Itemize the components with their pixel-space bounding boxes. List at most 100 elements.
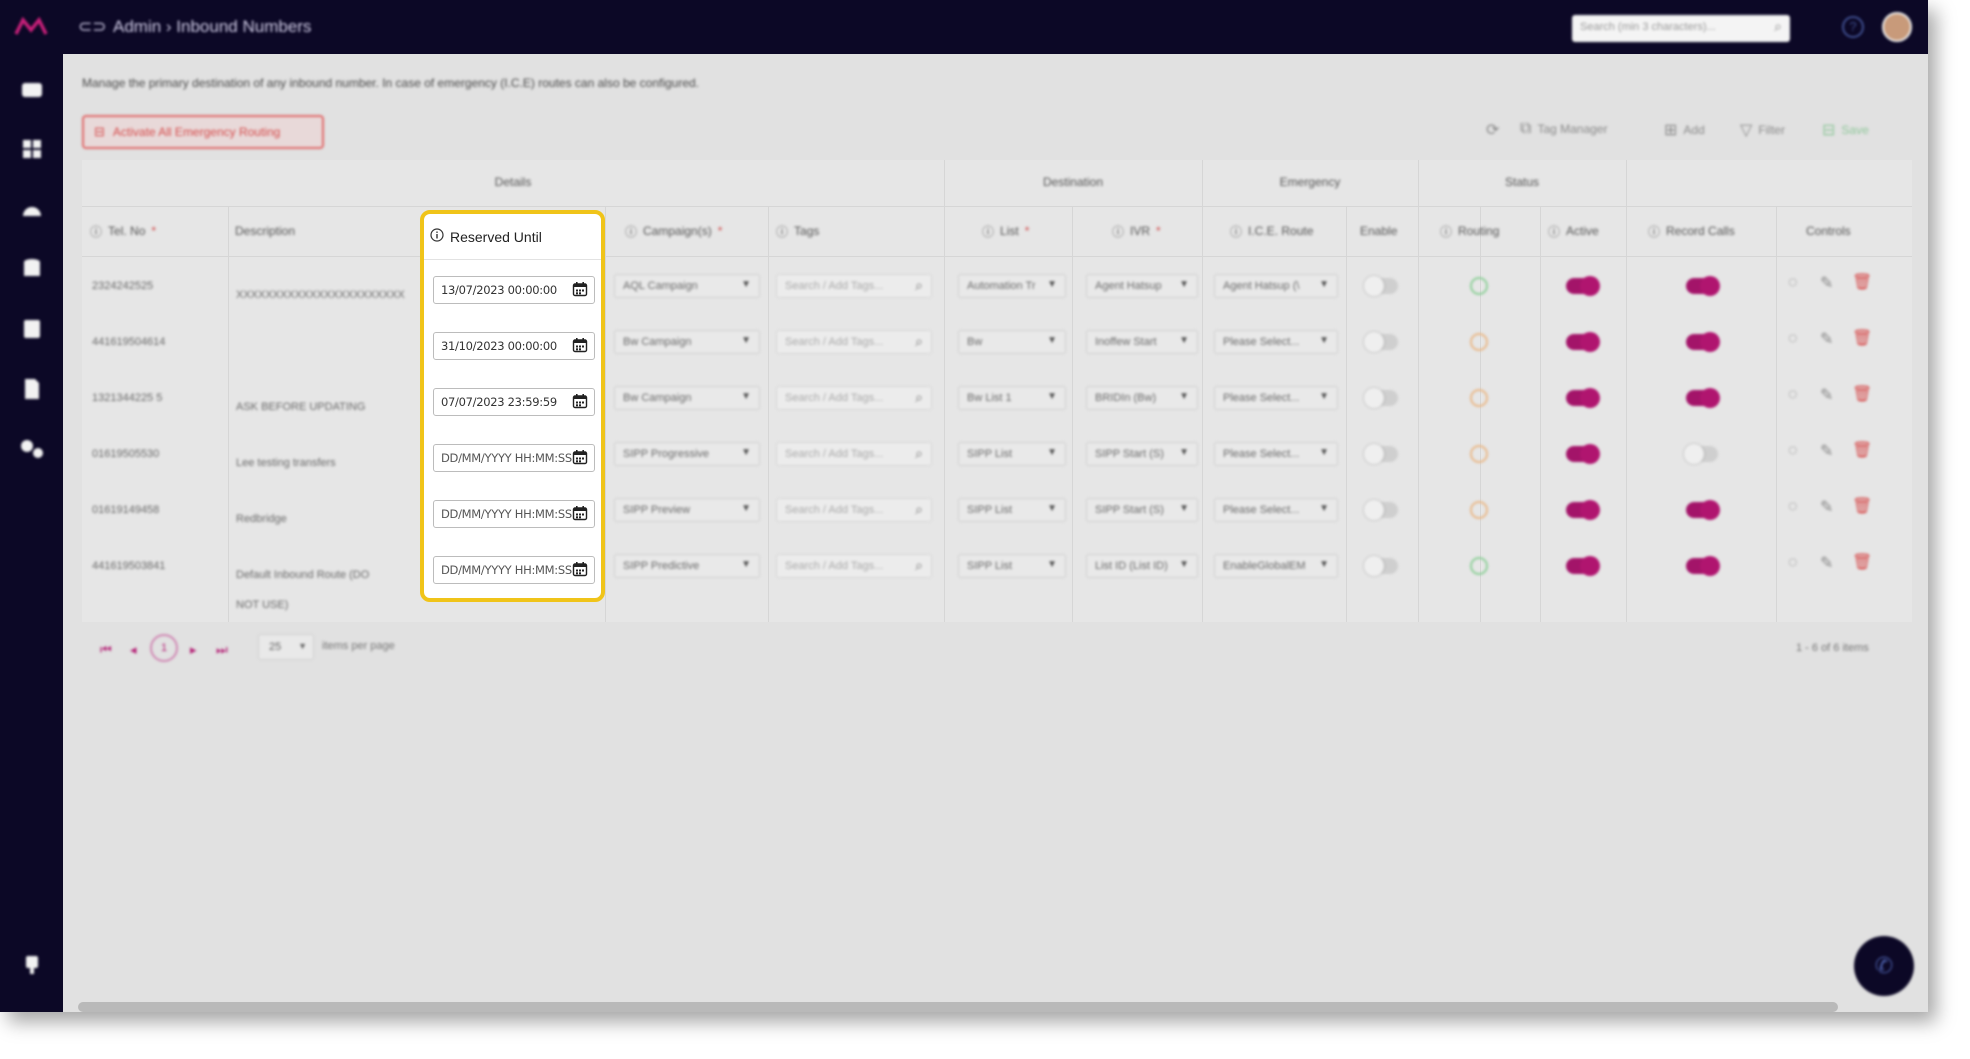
calendar-icon[interactable] — [572, 393, 588, 409]
tags-search-input[interactable]: Search / Add Tags... ⌕ — [776, 330, 932, 354]
tags-search-input[interactable]: Search / Add Tags... ⌕ — [776, 498, 932, 522]
enable-toggle[interactable] — [1364, 444, 1398, 464]
info-circle-icon[interactable]: ◌ — [1788, 330, 1798, 348]
list-select[interactable]: Bw ▼ — [958, 330, 1066, 354]
calendar-icon[interactable] — [572, 281, 588, 297]
grid-icon[interactable] — [19, 136, 45, 162]
first-page-button[interactable]: ⏮ — [100, 642, 112, 658]
list-select[interactable]: SIPP List ▼ — [958, 442, 1066, 466]
column-header-record-calls[interactable]: ⓘ Record Calls — [1648, 210, 1735, 252]
info-circle-icon[interactable]: ◌ — [1788, 554, 1798, 572]
save-button[interactable]: ⊟ Save — [1822, 120, 1869, 140]
delete-icon[interactable]: 🗑 — [1852, 440, 1872, 460]
enable-toggle[interactable] — [1364, 388, 1398, 408]
refresh-button[interactable]: ⟳ — [1486, 120, 1499, 140]
calendar-icon[interactable] — [572, 505, 588, 521]
edit-icon[interactable]: ✎ — [1820, 553, 1833, 573]
delete-icon[interactable]: 🗑 — [1852, 552, 1872, 572]
edit-icon[interactable]: ✎ — [1820, 385, 1833, 405]
document-icon[interactable] — [19, 376, 45, 402]
calendar-icon[interactable] — [572, 561, 588, 577]
active-toggle[interactable] — [1566, 388, 1600, 408]
ivr-select[interactable]: Inoffew Start ▼ — [1086, 330, 1198, 354]
filter-button[interactable]: ▽ Filter — [1740, 120, 1785, 140]
ice-route-select[interactable]: EnableGlobalEM ▼ — [1214, 554, 1338, 578]
ivr-select[interactable]: List ID (List ID) ▼ — [1086, 554, 1198, 578]
reserved-until-input[interactable]: DD/MM/YYYY HH:MM:SS — [433, 556, 595, 584]
calendar-icon[interactable] — [572, 337, 588, 353]
ice-route-select[interactable]: Agent Hatsup (\ ▼ — [1214, 274, 1338, 298]
page-size-select[interactable]: 25 ▼ — [258, 634, 314, 660]
delete-icon[interactable]: 🗑 — [1852, 328, 1872, 348]
list-select[interactable]: SIPP List ▼ — [958, 498, 1066, 522]
active-toggle[interactable] — [1566, 276, 1600, 296]
delete-icon[interactable]: 🗑 — [1852, 384, 1872, 404]
tags-search-input[interactable]: Search / Add Tags... ⌕ — [776, 554, 932, 578]
campaign-select[interactable]: SIPP Preview ▼ — [614, 498, 760, 522]
edit-icon[interactable]: ✎ — [1820, 441, 1833, 461]
edit-icon[interactable]: ✎ — [1820, 273, 1833, 293]
add-button[interactable]: ⊞ Add — [1664, 120, 1705, 140]
column-header-ivr[interactable]: ⓘ IVR * — [1112, 210, 1161, 252]
tags-search-input[interactable]: Search / Add Tags... ⌕ — [776, 442, 932, 466]
list-select[interactable]: Automation Tr ▼ — [958, 274, 1066, 298]
phone-fab-button[interactable]: ✆ — [1854, 936, 1914, 996]
current-page-button[interactable]: 1 — [150, 634, 178, 662]
info-circle-icon[interactable]: ◌ — [1788, 274, 1798, 292]
help-icon[interactable]: ? — [1842, 16, 1864, 38]
record-calls-toggle[interactable] — [1686, 556, 1720, 576]
campaign-select[interactable]: AQL Campaign ▼ — [614, 274, 760, 298]
inbox-icon[interactable] — [19, 76, 45, 102]
active-toggle[interactable] — [1566, 332, 1600, 352]
column-header-list[interactable]: ⓘ List * — [982, 210, 1029, 252]
campaign-select[interactable]: Bw Campaign ▼ — [614, 386, 760, 410]
ice-route-select[interactable]: Please Select... ▼ — [1214, 386, 1338, 410]
column-header-campaigns[interactable]: ⓘ Campaign(s) * — [625, 210, 722, 252]
campaign-select[interactable]: SIPP Predictive ▼ — [614, 554, 760, 578]
list-select[interactable]: SIPP List ▼ — [958, 554, 1066, 578]
search-icon[interactable]: ⌕ — [1774, 18, 1782, 35]
enable-toggle[interactable] — [1364, 556, 1398, 576]
info-circle-icon[interactable]: ◌ — [1788, 498, 1798, 516]
global-search-input[interactable]: Search (min 3 characters)... ⌕ — [1572, 15, 1790, 42]
reserved-until-input[interactable]: 13/07/2023 00:00:00 — [433, 276, 595, 304]
activate-emergency-routing-button[interactable]: ⊟ Activate All Emergency Routing — [82, 115, 324, 149]
campaign-select[interactable]: SIPP Progressive ▼ — [614, 442, 760, 466]
column-header-routing[interactable]: ⓘ Routing — [1440, 210, 1499, 252]
brand-logo-icon[interactable] — [14, 14, 48, 40]
ivr-select[interactable]: Agent Hatsup ▼ — [1086, 274, 1198, 298]
column-header-tel[interactable]: ⓘ Tel. No * — [90, 210, 156, 252]
column-header-reserved-until[interactable]: Reserved Until — [424, 214, 601, 260]
enable-toggle[interactable] — [1364, 332, 1398, 352]
campaign-select[interactable]: Bw Campaign ▼ — [614, 330, 760, 354]
column-header-description[interactable]: Description — [235, 210, 295, 252]
edit-icon[interactable]: ✎ — [1820, 329, 1833, 349]
column-header-tags[interactable]: ⓘ Tags — [776, 210, 819, 252]
ivr-select[interactable]: SIPP Start (S) ▼ — [1086, 442, 1198, 466]
info-circle-icon[interactable]: ◌ — [1788, 442, 1798, 460]
previous-page-button[interactable]: ◂ — [130, 642, 137, 658]
column-header-enable[interactable]: Enable — [1360, 210, 1397, 252]
reserved-until-input[interactable]: 31/10/2023 00:00:00 — [433, 332, 595, 360]
enable-toggle[interactable] — [1364, 276, 1398, 296]
tag-manager-button[interactable]: ⧉ Tag Manager — [1520, 120, 1607, 138]
record-calls-toggle[interactable] — [1686, 388, 1720, 408]
ice-route-select[interactable]: Please Select... ▼ — [1214, 442, 1338, 466]
tags-search-input[interactable]: Search / Add Tags... ⌕ — [776, 274, 932, 298]
record-calls-toggle[interactable] — [1686, 276, 1720, 296]
integrations-icon[interactable] — [19, 436, 45, 462]
enable-toggle[interactable] — [1364, 500, 1398, 520]
info-circle-icon[interactable]: ◌ — [1788, 386, 1798, 404]
plugin-icon[interactable] — [19, 952, 45, 978]
reserved-until-input[interactable]: DD/MM/YYYY HH:MM:SS — [433, 444, 595, 472]
edit-icon[interactable]: ✎ — [1820, 497, 1833, 517]
last-page-button[interactable]: ⏭ — [216, 642, 228, 658]
tags-search-input[interactable]: Search / Add Tags... ⌕ — [776, 386, 932, 410]
record-calls-toggle[interactable] — [1686, 332, 1720, 352]
ivr-select[interactable]: SIPP Start (S) ▼ — [1086, 498, 1198, 522]
database-icon[interactable] — [19, 256, 45, 282]
record-calls-toggle[interactable] — [1684, 444, 1718, 464]
ice-route-select[interactable]: Please Select... ▼ — [1214, 330, 1338, 354]
active-toggle[interactable] — [1566, 444, 1600, 464]
reserved-until-input[interactable]: 07/07/2023 23:59:59 — [433, 388, 595, 416]
